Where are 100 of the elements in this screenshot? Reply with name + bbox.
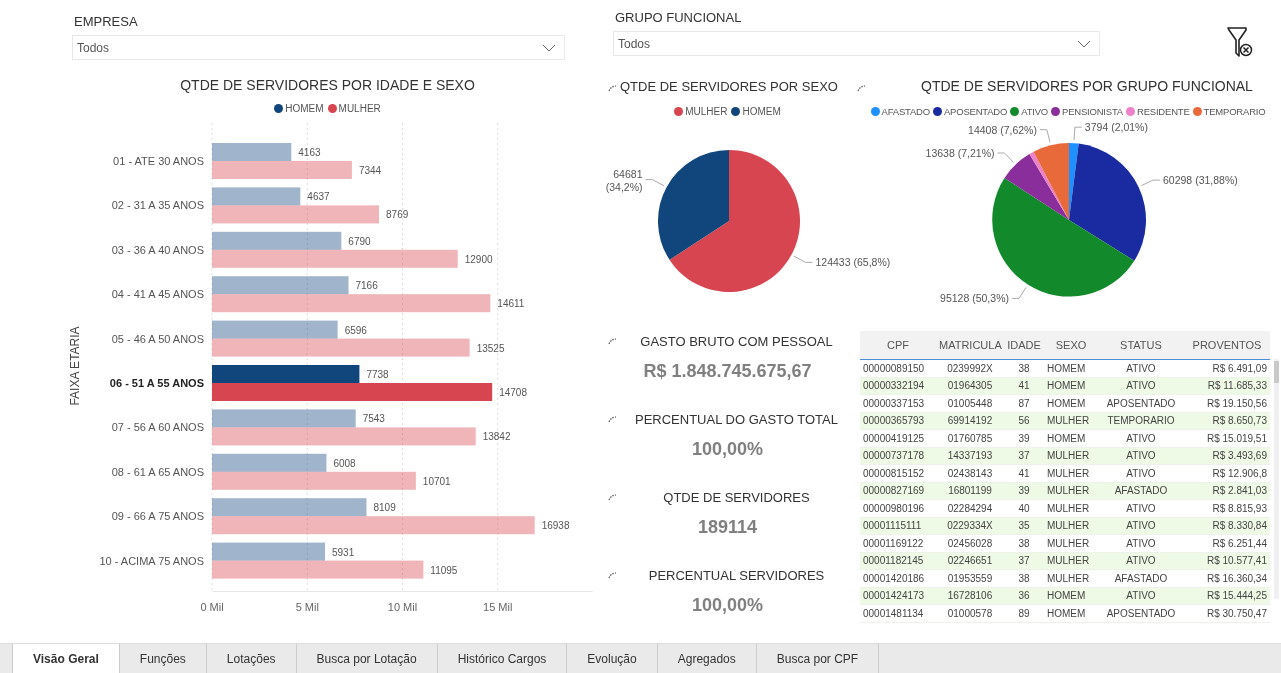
leader-line (793, 255, 813, 263)
column-header[interactable]: STATUS (1098, 331, 1184, 360)
bar[interactable] (212, 249, 458, 268)
data-label: 7344 (358, 165, 382, 176)
scrollbar-thumb[interactable] (1274, 361, 1279, 383)
legend-label[interactable]: HOMEM (742, 105, 781, 117)
pie-slice[interactable] (658, 150, 729, 260)
table-cell: R$ 12.906,8 (1184, 464, 1270, 482)
pie-slice[interactable] (1033, 143, 1069, 220)
table-cell: R$ 8.815,93 (1184, 499, 1270, 517)
table-cell: MULHER (1044, 499, 1098, 517)
category-label[interactable]: 02 - 31 A 35 ANOS (111, 199, 204, 212)
category-label[interactable]: 10 - ACIMA 75 ANOS (99, 554, 204, 567)
bar[interactable] (212, 143, 292, 161)
dropdown[interactable]: Todos (613, 31, 1100, 56)
pie-slice[interactable] (1004, 153, 1069, 220)
data-label: 8109 (373, 502, 396, 514)
bar[interactable] (212, 409, 356, 428)
category-label[interactable]: 05 - 46 A 50 ANOS (111, 332, 204, 345)
column-header[interactable]: PROVENTOS (1184, 331, 1270, 360)
table-cell: 87 (1004, 394, 1044, 412)
bar[interactable] (212, 471, 416, 490)
data-label: 14611 (497, 298, 525, 310)
table-cell: 39 (1004, 429, 1044, 447)
bar[interactable] (212, 187, 301, 206)
data-label: 4163 (298, 147, 321, 158)
bar[interactable] (212, 498, 367, 517)
table-cell: 00001420186 (860, 569, 936, 587)
table-cell: HOMEM (1044, 359, 1098, 377)
bar[interactable] (212, 560, 424, 579)
legend-label[interactable]: TEMPORARIO (1203, 105, 1266, 117)
column-header[interactable]: CPF (860, 331, 936, 360)
data-label: 16938 (541, 520, 570, 532)
data-label: 12900 (464, 253, 493, 265)
table-cell: R$ 6.251,44 (1184, 534, 1270, 552)
legend-label[interactable]: MULHER (338, 102, 381, 114)
table-cell: 38 (1004, 569, 1044, 587)
category-label[interactable]: 01 - ATE 30 ANOS (113, 155, 204, 167)
scrollbar-track[interactable] (1274, 359, 1279, 599)
page-tab[interactable]: Visão Geral (12, 644, 120, 673)
category-label[interactable]: 09 - 66 A 75 ANOS (111, 510, 204, 523)
bar[interactable] (212, 542, 325, 561)
bar[interactable] (212, 231, 342, 250)
table-cell: 40 (1004, 499, 1044, 517)
column-header[interactable]: MATRICULA (936, 331, 1004, 360)
category-label[interactable]: 08 - 61 A 65 ANOS (111, 465, 204, 478)
data-label: 4637 (307, 191, 330, 203)
bar[interactable] (212, 516, 535, 535)
chevron-down-icon (1077, 39, 1091, 48)
bar[interactable] (212, 338, 470, 357)
data-label: 8769 (386, 209, 409, 221)
table-cell: 01005448 (936, 394, 1004, 412)
bar[interactable] (212, 205, 380, 224)
data-label: 6008 (333, 457, 356, 469)
table-cell: ATIVO (1098, 499, 1184, 517)
bar[interactable] (212, 383, 493, 401)
legend-label[interactable]: ATIVO (1021, 105, 1048, 117)
table-cell: MULHER (1044, 534, 1098, 552)
bar[interactable] (212, 276, 349, 295)
column-header[interactable]: IDADE (1004, 331, 1044, 360)
table-cell: 00001481134 (860, 604, 936, 622)
bar[interactable] (212, 427, 476, 446)
category-label[interactable]: 07 - 56 A 60 ANOS (111, 421, 204, 434)
data-label: 14708 (499, 387, 527, 398)
bar[interactable] (212, 161, 352, 179)
axis-tick-label: 15 Mil (483, 601, 513, 613)
bar[interactable] (212, 294, 491, 313)
category-label[interactable]: 06 - 51 A 55 ANOS (109, 377, 204, 389)
data-label: 60298 (31,88%) (1163, 174, 1238, 187)
bar[interactable] (212, 365, 360, 383)
legend-label[interactable]: HOMEM (285, 102, 324, 114)
table-cell: 00000980196 (860, 499, 936, 517)
legend-label[interactable]: RESIDENTE (1137, 105, 1190, 117)
data-label: 14408 (7,62%) (968, 123, 1037, 136)
data-label: 6596 (344, 324, 367, 336)
category-label[interactable]: 03 - 36 A 40 ANOS (111, 243, 204, 256)
legend-label[interactable]: APOSENTADO (943, 105, 1008, 117)
table-cell: MULHER (1044, 569, 1098, 587)
card-value: 100,00% (691, 595, 764, 615)
table-cell: 38 (1004, 534, 1044, 552)
legend-label[interactable]: PENSIONISTA (1062, 105, 1123, 117)
legend-label[interactable]: MULHER (685, 105, 728, 117)
pie-slice[interactable] (669, 150, 800, 292)
table-cell: HOMEM (1044, 394, 1098, 412)
bar[interactable] (212, 453, 327, 472)
loading-icon (608, 337, 618, 345)
column-header[interactable]: SEXO (1044, 331, 1098, 360)
dropdown[interactable]: Todos (72, 35, 565, 60)
pie-slice[interactable] (1069, 143, 1146, 261)
table-cell: R$ 15.019,51 (1184, 429, 1270, 447)
data-label: 7738 (366, 369, 389, 380)
axis-tick-label: 0 Mil (200, 601, 224, 613)
category-label[interactable]: 04 - 41 A 45 ANOS (111, 288, 204, 301)
legend-label[interactable]: AFASTADO (881, 105, 930, 117)
data-label: 11095 (430, 564, 458, 576)
bar[interactable] (212, 320, 338, 339)
clear-filter-icon[interactable] (1227, 26, 1253, 58)
table-cell: R$ 19.150,56 (1184, 394, 1270, 412)
loading-icon (608, 493, 618, 501)
table-cell: 01760785 (936, 429, 1004, 447)
